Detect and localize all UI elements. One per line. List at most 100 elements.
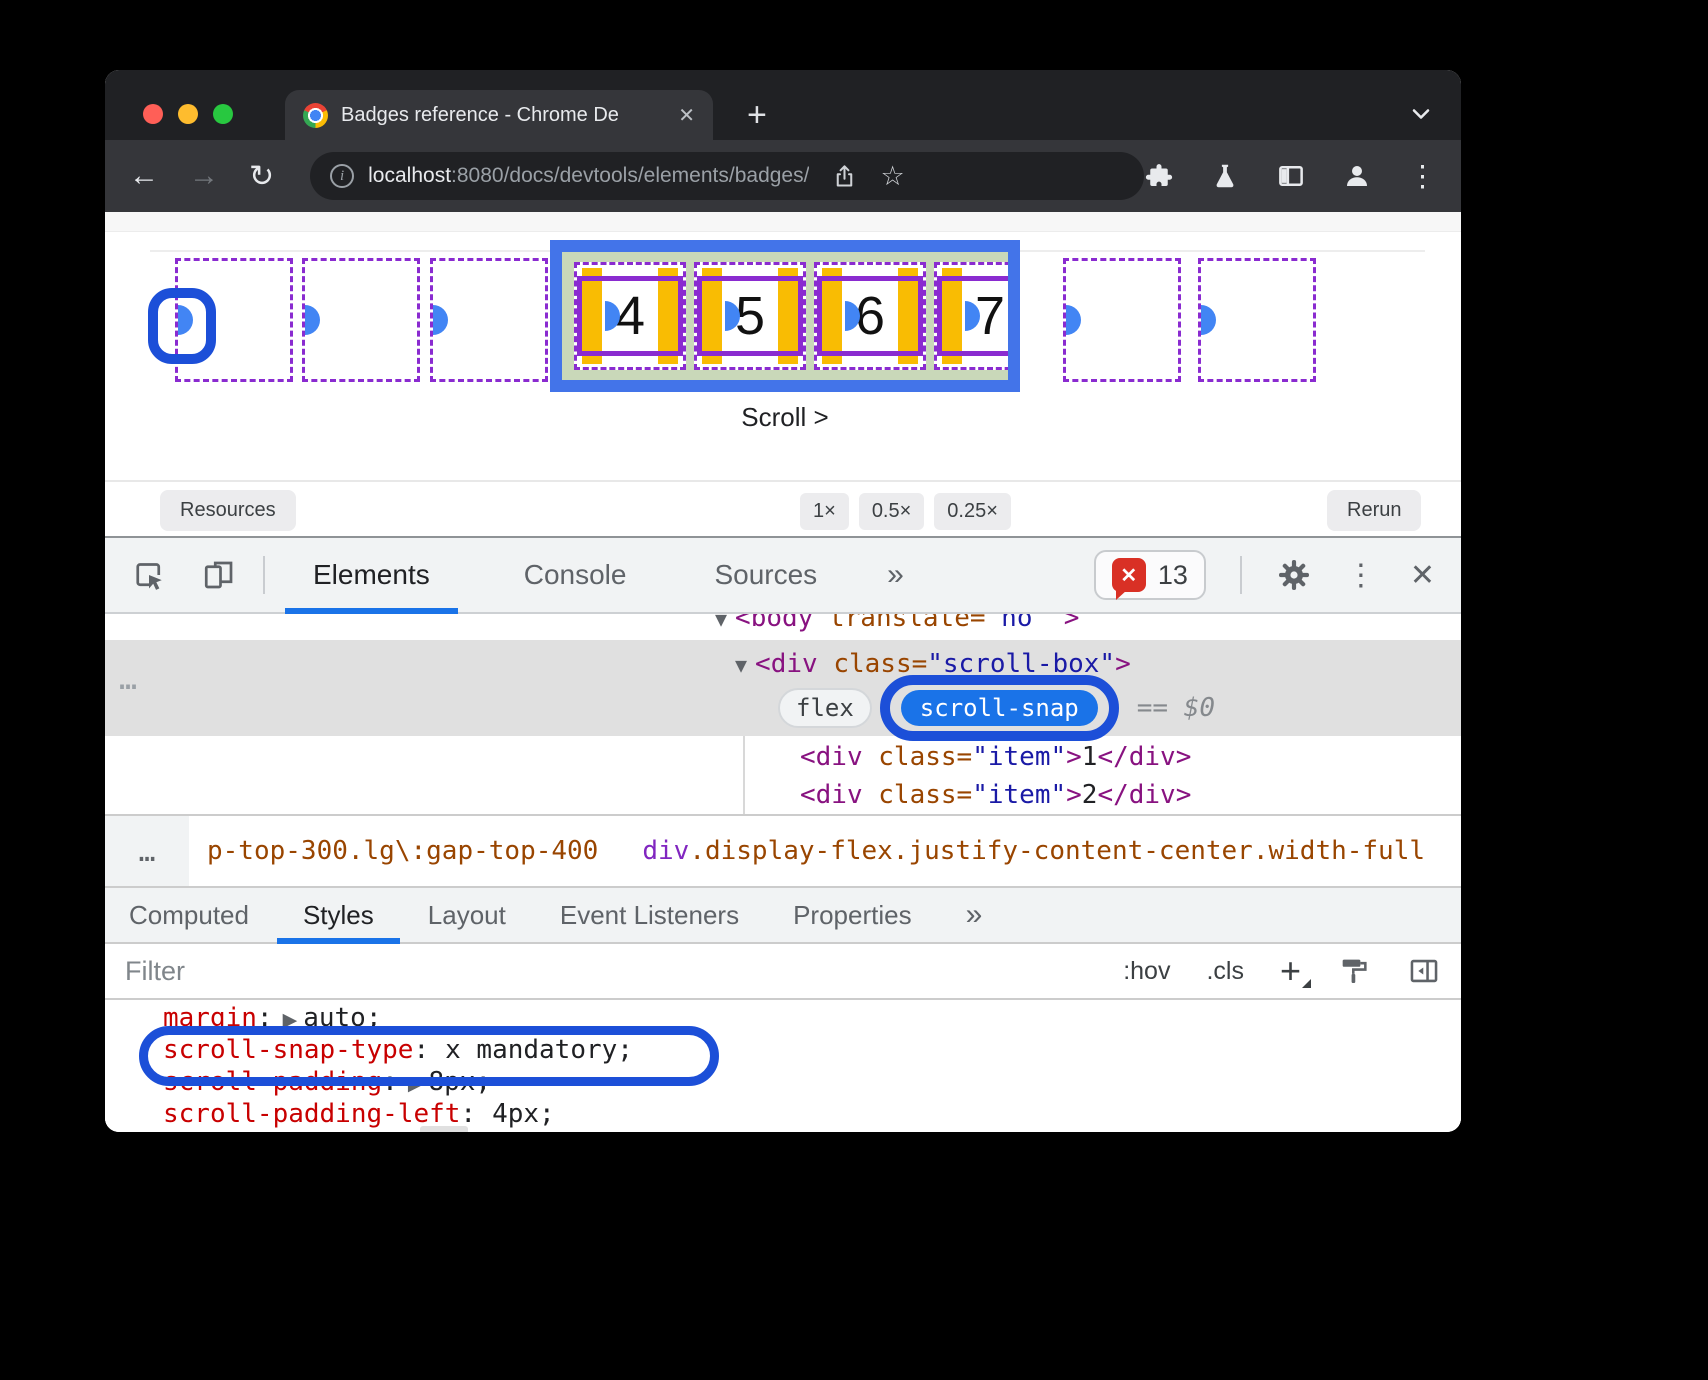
forward-icon[interactable]: →	[189, 159, 219, 193]
more-tabs-icon[interactable]: »	[887, 558, 904, 592]
dom-row-ellipsis[interactable]: …	[119, 662, 140, 697]
tab-close-icon[interactable]: ✕	[678, 103, 695, 128]
flask-icon[interactable]	[1210, 161, 1240, 191]
page-top-band	[105, 212, 1461, 232]
snap-item: 7	[965, 283, 1015, 349]
address-bar[interactable]: i localhost:8080/docs/devtools/elements/…	[310, 152, 1144, 200]
side-panel-icon[interactable]	[1276, 161, 1306, 191]
new-style-rule-button[interactable]: +	[1280, 956, 1301, 986]
zoom-05x-button[interactable]: 0.5×	[859, 493, 924, 530]
browser-tab[interactable]: Badges reference - Chrome De ✕	[285, 90, 713, 140]
dom-tree: ▼<body translate="no" > … ▼<div class="s…	[105, 614, 1461, 814]
toggle-sidebar-icon[interactable]	[1407, 954, 1441, 988]
settings-gear-icon[interactable]	[1276, 557, 1312, 593]
scroll-hint-label: Scroll >	[550, 402, 1020, 433]
breadcrumb-item-truncated[interactable]: p-top-300.lg\:gap-top-400	[207, 836, 598, 866]
back-icon[interactable]: ←	[129, 159, 159, 193]
device-toolbar-icon[interactable]	[201, 557, 237, 593]
scroll-snap-container[interactable]: 4 5 6 7	[550, 240, 1020, 392]
close-window-button[interactable]	[143, 104, 163, 124]
filter-input[interactable]	[125, 956, 545, 987]
zoom-1x-button[interactable]: 1×	[800, 493, 849, 530]
element-classes-toggle[interactable]: .cls	[1206, 957, 1244, 986]
tab-properties[interactable]: Properties	[793, 888, 912, 942]
tag-token: <div	[755, 649, 818, 679]
error-count-badge[interactable]: ✕ 13	[1094, 550, 1206, 600]
reload-icon[interactable]: ↻	[249, 159, 274, 194]
rerun-button[interactable]: Rerun	[1327, 490, 1421, 531]
tag-token: >	[1066, 780, 1082, 810]
breadcrumb-more-left[interactable]: …	[105, 816, 189, 886]
css-declaration-scroll-padding-left[interactable]: scroll-padding-left:4px;	[105, 1098, 1461, 1130]
styles-rules-pane: margin:▶auto; scroll-snap-type:x mandato…	[105, 1000, 1461, 1132]
expand-arrow-icon[interactable]: ▼	[735, 653, 747, 677]
tab-console[interactable]: Console	[524, 538, 627, 612]
scroll-snap-badge[interactable]: scroll-snap	[901, 690, 1098, 726]
css-property: scroll-padding-left	[163, 1099, 460, 1129]
zoom-025x-button[interactable]: 0.25×	[934, 493, 1011, 530]
clipped-ui-fragment	[420, 1126, 468, 1132]
more-sidebar-tabs-icon[interactable]: »	[966, 898, 983, 932]
flex-badge[interactable]: flex	[778, 688, 872, 728]
resources-button[interactable]: Resources	[160, 490, 296, 531]
bookmark-star-icon[interactable]: ☆	[880, 161, 904, 192]
tab-elements[interactable]: Elements	[313, 538, 430, 612]
breadcrumb-item-selected[interactable]: div.display-flex.justify-content-center.…	[642, 836, 1425, 866]
snap-point-dot	[305, 305, 320, 335]
pseudo-state-toggle[interactable]: :hov	[1123, 957, 1170, 986]
snap-cell: 6	[814, 262, 926, 370]
tag-token: <div	[800, 780, 863, 810]
toolbar-separator	[1240, 556, 1242, 594]
dom-node-item-2[interactable]: <div class="item">2</div>	[105, 776, 1461, 814]
tab-event-listeners[interactable]: Event Listeners	[560, 888, 739, 942]
new-tab-button[interactable]: +	[747, 98, 767, 132]
tab-layout[interactable]: Layout	[428, 888, 506, 942]
devtools-toolbar: Elements Console Sources » ✕ 13 ⋮ ✕	[105, 538, 1461, 614]
dom-node-item-1[interactable]: <div class="item">1</div>	[105, 738, 1461, 776]
url-path: :8080/docs/devtools/elements/badges/	[451, 164, 809, 187]
error-count: 13	[1158, 560, 1188, 591]
snap-item: 5	[725, 283, 775, 349]
snap-item: 4	[605, 283, 655, 349]
css-colon: :	[460, 1099, 476, 1129]
rendering-brush-icon[interactable]	[1337, 954, 1371, 988]
browser-menu-kebab-icon[interactable]: ⋮	[1408, 159, 1437, 194]
browser-window: Badges reference - Chrome De ✕ + ← → ↻ i…	[105, 70, 1461, 1132]
scroll-snap-badge-annotation-ring: scroll-snap	[880, 675, 1119, 741]
dom-node-scroll-box-selected-row[interactable]: … ▼<div class="scroll-box"> flex scroll-…	[105, 640, 1461, 736]
url-host: localhost	[368, 164, 451, 187]
profile-avatar[interactable]	[1342, 161, 1372, 191]
window-controls	[143, 104, 233, 124]
devtools-menu-kebab-icon[interactable]: ⋮	[1346, 558, 1376, 593]
expand-arrow-icon[interactable]: ▼	[715, 614, 727, 631]
devtools-close-icon[interactable]: ✕	[1410, 558, 1435, 593]
site-info-icon[interactable]: i	[330, 164, 354, 188]
tag-token: >	[1115, 649, 1131, 679]
minimize-window-button[interactable]	[178, 104, 198, 124]
snap-cell: 7	[934, 262, 1020, 370]
snap-item: 6	[845, 283, 895, 349]
tag-token: >	[1066, 742, 1082, 772]
dom-node-body[interactable]: ▼<body translate="no" >	[105, 614, 1461, 638]
devtools-panel: Elements Console Sources » ✕ 13 ⋮ ✕ ▼<bo…	[105, 536, 1461, 1132]
page-divider-bottom	[105, 480, 1461, 482]
breadcrumb: … p-top-300.lg\:gap-top-400 div.display-…	[105, 814, 1461, 886]
styles-sidebar-tabs: Computed Styles Layout Event Listeners P…	[105, 886, 1461, 944]
crumb-classes: .display-flex.justify-content-center.wid…	[689, 836, 1425, 866]
extensions-puzzle-icon[interactable]	[1144, 161, 1174, 191]
maximize-window-button[interactable]	[213, 104, 233, 124]
attr-value-token: "item"	[972, 780, 1066, 810]
inspect-element-icon[interactable]	[131, 557, 167, 593]
url-text[interactable]: localhost:8080/docs/devtools/elements/ba…	[368, 164, 809, 188]
snap-point-dot	[1066, 305, 1081, 335]
navigation-bar: ← → ↻ i localhost:8080/docs/devtools/ele…	[105, 140, 1461, 212]
tab-sources[interactable]: Sources	[714, 538, 817, 612]
tab-styles[interactable]: Styles	[303, 888, 374, 942]
chrome-favicon-icon	[303, 103, 328, 128]
dom-badges-row: flex scroll-snap == $0	[778, 686, 1215, 730]
chevron-down-icon[interactable]	[1407, 100, 1435, 128]
tab-computed[interactable]: Computed	[129, 888, 249, 942]
share-icon[interactable]	[831, 163, 858, 190]
tag-token: </div>	[1097, 780, 1191, 810]
text-token: 2	[1082, 780, 1098, 810]
